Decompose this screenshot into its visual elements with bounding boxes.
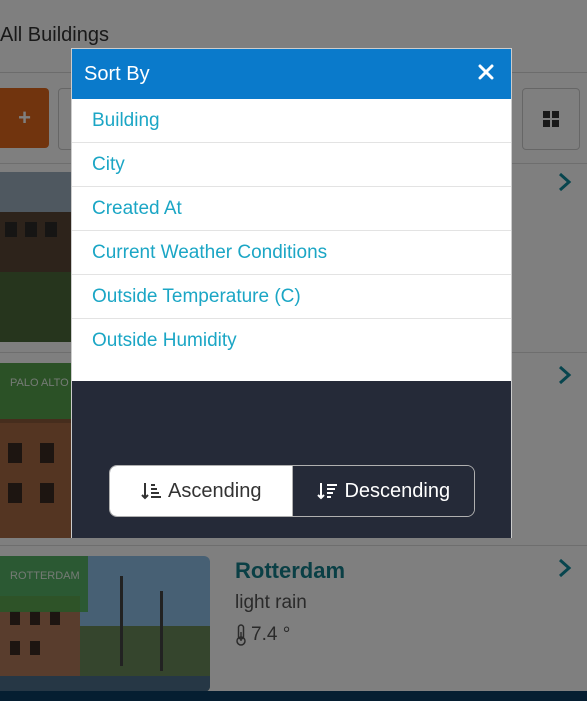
modal-footer: Ascending Descending bbox=[72, 381, 511, 538]
sort-ascending-icon bbox=[141, 483, 162, 500]
sort-option-outside-temperature[interactable]: Outside Temperature (C) bbox=[72, 275, 511, 319]
sort-option-building[interactable]: Building bbox=[72, 99, 511, 143]
descending-button[interactable]: Descending bbox=[291, 466, 474, 516]
modal-title: Sort By bbox=[84, 63, 150, 85]
modal-header: Sort By bbox=[72, 49, 511, 99]
sort-option-outside-humidity[interactable]: Outside Humidity bbox=[72, 319, 511, 363]
close-button[interactable] bbox=[473, 59, 499, 85]
descending-label: Descending bbox=[344, 479, 451, 502]
sort-option-created-at[interactable]: Created At bbox=[72, 187, 511, 231]
ascending-label: Ascending bbox=[168, 479, 262, 502]
sort-options-list: Building City Created At Current Weather… bbox=[72, 99, 511, 363]
sort-modal: Sort By Building City Created At Current… bbox=[71, 48, 512, 538]
sort-option-city[interactable]: City bbox=[72, 143, 511, 187]
sort-order-toggle: Ascending Descending bbox=[109, 465, 475, 517]
close-icon bbox=[478, 64, 494, 80]
sort-descending-icon bbox=[317, 483, 338, 500]
ascending-button[interactable]: Ascending bbox=[110, 466, 292, 516]
sort-option-weather-conditions[interactable]: Current Weather Conditions bbox=[72, 231, 511, 275]
